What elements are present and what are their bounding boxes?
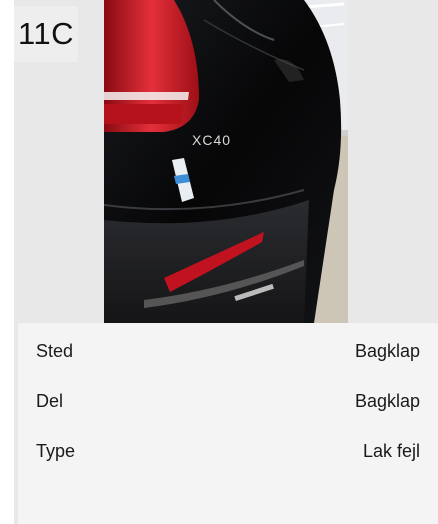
car-rear-image: XC40 [104, 0, 348, 323]
detail-value: Lak fejl [362, 441, 420, 461]
detail-key: Type [36, 441, 76, 461]
detail-value: Bagklap [354, 341, 420, 361]
detail-key: Sted [36, 341, 74, 361]
car-model-emblem: XC40 [192, 132, 231, 148]
damage-details: Sted Bagklap Del Bagklap Type Lak fejl [18, 323, 438, 524]
detail-value: Bagklap [354, 391, 420, 411]
detail-row-location: Sted Bagklap [18, 337, 438, 367]
detail-row-part: Del Bagklap [18, 387, 438, 417]
detail-key: Del [36, 391, 64, 411]
damage-id-badge: 11C [14, 6, 78, 62]
damage-photo[interactable]: XC40 [104, 0, 348, 323]
detail-row-type: Type Lak fejl [18, 437, 438, 467]
